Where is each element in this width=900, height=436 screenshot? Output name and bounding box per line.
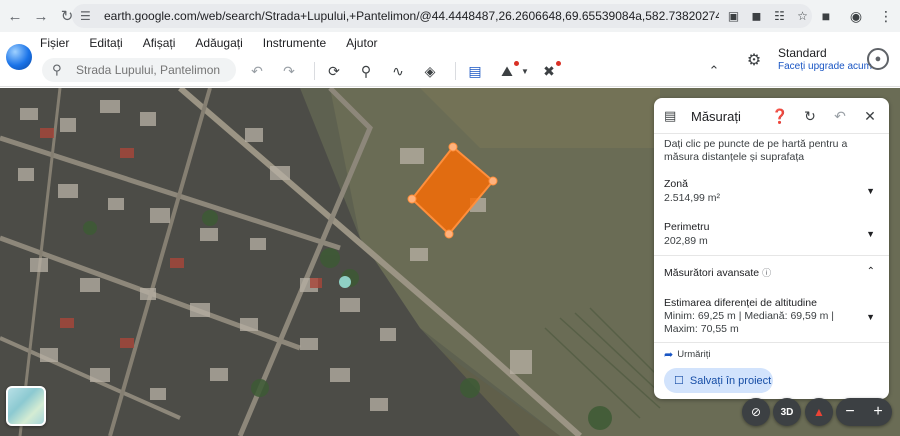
area-value: 2.514,99 m²: [664, 192, 721, 204]
site-info-icon[interactable]: ☰: [80, 9, 98, 23]
panel-divider: [654, 342, 889, 343]
measure-ruler-icon[interactable]: ▤: [462, 60, 488, 82]
ruler-icon: ▤: [664, 108, 677, 123]
dropdown-caret-icon[interactable]: ▼: [520, 60, 530, 82]
undo-icon[interactable]: ↶: [829, 105, 851, 127]
account-plan: Standard Faceți upgrade acum: [778, 47, 872, 73]
tools-toolbar: ↶ ↷ ⟳ ⚲ ∿ ◈ ▤ ⛰ ▼ ✖: [244, 60, 568, 82]
menu-bar: Fișier Editați Afișați Adăugați Instrume…: [40, 36, 378, 50]
translate-icon[interactable]: ☷: [771, 8, 788, 25]
upgrade-link[interactable]: Faceți upgrade acum: [778, 60, 872, 73]
screen-capture-icon[interactable]: ◼: [748, 8, 765, 25]
collapse-chevron-up-icon[interactable]: ⌃: [704, 61, 724, 81]
history-icon[interactable]: ⟳: [321, 60, 347, 82]
menu-edit[interactable]: Editați: [89, 36, 122, 50]
refresh-icon[interactable]: ↻: [799, 105, 821, 127]
elevation-stats: Minim: 69,25 m | Mediană: 69,59 m | Maxi…: [664, 310, 835, 335]
search-box: ⚲: [42, 58, 236, 82]
menu-view[interactable]: Afișați: [143, 36, 176, 50]
menu-tools[interactable]: Instrumente: [263, 36, 326, 50]
address-bar[interactable]: ☰ earth.google.com/web/search/Strada+Lup…: [72, 4, 812, 28]
notification-dot: [556, 61, 561, 66]
image-overlay-icon[interactable]: ⛰: [494, 60, 520, 82]
perimeter-label: Perimetru: [664, 221, 710, 233]
advanced-measurements-header[interactable]: Măsurători avansate ⓘ ⌃: [664, 266, 879, 279]
track-label: Urmăriți: [677, 349, 711, 360]
measure-panel-header: ▤ Măsurați ❓ ↻ ↶ ✕: [654, 98, 889, 134]
polygon-vertex[interactable]: [448, 142, 458, 152]
zoom-in-icon[interactable]: +: [864, 398, 892, 426]
track-row[interactable]: ➦ Urmăriți: [664, 348, 710, 361]
polygon-vertex[interactable]: [488, 176, 498, 186]
collapse-chevron-up-icon[interactable]: ⌃: [867, 266, 875, 277]
info-icon[interactable]: ⓘ: [762, 268, 771, 278]
redo-icon[interactable]: ↷: [276, 60, 302, 82]
save-label: Salvați în proiect: [689, 374, 772, 387]
forward-arrow-icon[interactable]: →: [30, 5, 52, 27]
measure-title: Măsurați: [691, 109, 741, 124]
search-input[interactable]: [76, 63, 226, 77]
elevation-section: Estimarea diferenței de altitudine Minim…: [664, 297, 854, 336]
earth-header: Fișier Editați Afișați Adăugați Instrume…: [0, 32, 900, 87]
account-avatar-icon[interactable]: ●: [867, 48, 889, 70]
browser-toolbar: ← → ↻ ☰ earth.google.com/web/search/Stra…: [0, 0, 900, 32]
placemark-pin-icon[interactable]: ⚲: [353, 60, 379, 82]
elevation-dropdown-icon[interactable]: ▼: [866, 312, 875, 322]
search-icon[interactable]: ⚲: [52, 62, 70, 78]
notification-dot: [514, 61, 519, 66]
profile-icon[interactable]: ◉: [846, 5, 866, 27]
elevation-label: Estimarea diferenței de altitudine: [664, 297, 817, 309]
help-icon[interactable]: ❓: [769, 105, 791, 127]
extensions-puzzle-icon[interactable]: ■: [816, 5, 836, 27]
path-line-icon[interactable]: ∿: [385, 60, 411, 82]
tools-wrench-icon[interactable]: ✖: [536, 60, 562, 82]
panel-divider: [654, 255, 889, 256]
back-arrow-icon[interactable]: ←: [4, 5, 26, 27]
kebab-menu-icon[interactable]: ⋮: [876, 5, 896, 27]
perimeter-unit-dropdown-icon[interactable]: ▼: [866, 229, 875, 239]
plan-name: Standard: [778, 46, 827, 60]
menu-help[interactable]: Ajutor: [346, 36, 377, 50]
area-row[interactable]: Zonă 2.514,99 m² ▼: [664, 178, 879, 204]
advanced-label: Măsurători avansate: [664, 267, 760, 279]
area-unit-dropdown-icon[interactable]: ▼: [866, 186, 875, 196]
perimeter-row[interactable]: Perimetru 202,89 m ▼: [664, 221, 879, 247]
pool: [339, 276, 351, 288]
polygon-vertex[interactable]: [407, 194, 417, 204]
earth-logo-icon[interactable]: [6, 44, 32, 70]
save-to-project-button[interactable]: ☐ Salvați în proiect: [664, 368, 773, 393]
bookmark-star-icon[interactable]: ☆: [794, 8, 811, 25]
url-text[interactable]: earth.google.com/web/search/Strada+Lupul…: [104, 9, 719, 23]
measure-description: Dați clic pe puncte de pe hartă pentru a…: [664, 138, 848, 163]
settings-gear-icon[interactable]: ⚙: [744, 50, 764, 70]
track-arrow-icon: ➦: [664, 349, 674, 361]
zoom-controls: − +: [836, 398, 892, 426]
menu-add[interactable]: Adăugați: [195, 36, 242, 50]
close-icon[interactable]: ✕: [859, 105, 881, 127]
perimeter-value: 202,89 m: [664, 235, 708, 247]
undo-icon[interactable]: ↶: [244, 60, 270, 82]
layers-icon[interactable]: ◈: [417, 60, 443, 82]
hide-layers-icon[interactable]: ⊘: [742, 398, 770, 426]
toolbar-divider: [455, 62, 456, 80]
menu-file[interactable]: Fișier: [40, 36, 69, 50]
compass-icon[interactable]: ▲: [805, 398, 833, 426]
polygon-vertex[interactable]: [444, 229, 454, 239]
bookmark-icon: ☐: [674, 375, 684, 387]
area-label: Zonă: [664, 178, 688, 190]
map-style-thumbnail[interactable]: [6, 386, 46, 426]
zoom-out-icon[interactable]: −: [836, 398, 864, 426]
toolbar-divider: [314, 62, 315, 80]
toggle-3d-button[interactable]: 3D: [773, 398, 801, 426]
install-app-icon[interactable]: ▣: [725, 8, 742, 25]
measure-panel: ▤ Măsurați ❓ ↻ ↶ ✕ Dați clic pe puncte d…: [654, 98, 889, 399]
